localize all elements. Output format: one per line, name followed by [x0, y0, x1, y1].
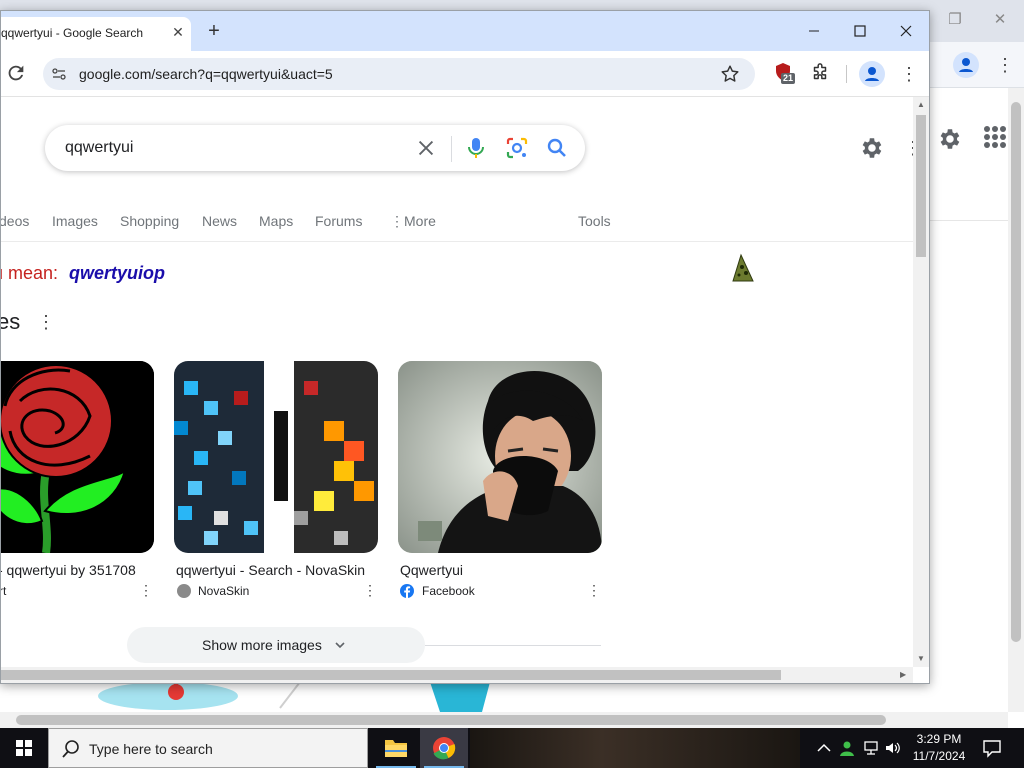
tab-google-search[interactable]: qqwertyui - Google Search ✕ [1, 17, 191, 51]
image-result-menu-icon[interactable]: ⋮ [587, 581, 601, 599]
show-more-label: Show more images [202, 637, 322, 653]
toolbar-separator [846, 65, 847, 83]
show-more-divider [425, 645, 601, 646]
images-section-title: es [1, 309, 21, 334]
reload-icon[interactable] [5, 62, 27, 84]
page-horizontal-scrollbar[interactable]: ▶ [1, 667, 913, 683]
search-magnifier-icon[interactable] [545, 136, 569, 160]
tab-maps[interactable]: Maps [259, 213, 293, 229]
page-vertical-scrollbar[interactable]: ▲ ▼ [913, 97, 929, 667]
background-apps-grid-icon[interactable] [984, 126, 1006, 148]
image-result-title[interactable]: qqwertyui - Search - NovaSkin [176, 562, 365, 578]
tab-images[interactable]: Images [52, 213, 98, 229]
network-icon[interactable] [862, 739, 880, 757]
facebook-icon [400, 584, 414, 598]
more-vertical-dots-icon: ⋮ [390, 213, 404, 229]
clear-search-icon[interactable] [415, 137, 437, 159]
search-icon [61, 739, 81, 759]
tab-title: qqwertyui - Google Search [1, 26, 144, 40]
image-result-person[interactable] [398, 361, 602, 553]
did-you-mean-label: u mean: [1, 263, 59, 283]
image-result-menu-icon[interactable]: ⋮ [363, 581, 377, 599]
background-divider [930, 220, 1008, 221]
tools-button[interactable]: Tools [578, 213, 611, 229]
taskbar-clock[interactable]: 3:29 PM 11/7/2024 [906, 731, 972, 765]
taskbar-wallpaper-strip [470, 728, 800, 768]
search-input[interactable]: qqwertyui [45, 125, 585, 171]
image-result-title[interactable]: Qqwertyui [400, 562, 463, 578]
searchbox-separator [451, 136, 452, 162]
background-restore-button[interactable]: ❐ [941, 8, 969, 32]
background-horizontal-scrollbar[interactable] [0, 712, 1008, 728]
page-menu-icon[interactable]: ⋮ [904, 135, 913, 161]
background-close-button[interactable]: ✕ [986, 8, 1014, 32]
voice-search-mic-icon[interactable] [465, 136, 487, 160]
extension-shield-icon[interactable]: 21 [773, 62, 797, 86]
chrome-window: qqwertyui - Google Search ✕ + google.com… [0, 10, 930, 684]
tray-chevron-up-icon[interactable] [815, 739, 833, 757]
scroll-down-arrow-icon[interactable]: ▼ [917, 655, 925, 663]
tab-news[interactable]: News [202, 213, 237, 229]
tab-more[interactable]: More [404, 213, 436, 229]
search-results-page: qqwertyui ⋮ deos Images Shopping News Ma… [1, 97, 913, 667]
nav-divider [1, 241, 913, 242]
image-result-source[interactable]: Facebook [422, 584, 475, 598]
start-button-windows-icon[interactable] [0, 728, 48, 768]
image-result-title[interactable]: - qqwertyui by 351708 [1, 562, 136, 578]
image-result-novaskin[interactable] [174, 361, 378, 553]
bookmark-star-icon[interactable] [719, 63, 741, 85]
background-menu-icon[interactable]: ⋮ [996, 54, 1014, 76]
scrollbar-thumb[interactable] [1, 670, 781, 680]
notification-center-icon[interactable] [982, 738, 1002, 758]
taskbar-search-placeholder: Type here to search [89, 741, 213, 757]
scroll-up-arrow-icon[interactable]: ▲ [917, 101, 925, 109]
clock-time: 3:29 PM [916, 732, 962, 746]
background-profile-icon[interactable] [953, 52, 979, 78]
scroll-right-arrow-icon[interactable]: ▶ [900, 670, 908, 680]
browser-toolbar: google.com/search?q=qqwertyui&uact=5 21 … [1, 51, 929, 97]
chevron-down-icon [333, 638, 347, 652]
windows-taskbar: Type here to search 3:29 PM 11/7/2024 [0, 728, 1024, 768]
clock-date: 11/7/2024 [912, 749, 966, 763]
background-vertical-scrollbar[interactable] [1008, 88, 1024, 712]
chrome-taskbar-icon[interactable] [420, 728, 468, 768]
search-query-text[interactable]: qqwertyui [65, 139, 133, 157]
image-result-source[interactable]: rt [1, 584, 6, 598]
background-settings-gear-icon[interactable] [936, 126, 962, 152]
extension-badge-count: 21 [781, 73, 796, 84]
tab-strip: qqwertyui - Google Search ✕ + [1, 11, 929, 51]
image-result-rose[interactable] [1, 361, 154, 553]
google-lens-icon[interactable] [505, 136, 529, 160]
scrollbar-thumb[interactable] [916, 115, 926, 257]
minimize-button[interactable] [799, 19, 829, 43]
did-you-mean-link[interactable]: qwertyuiop [69, 263, 165, 284]
background-page-art [0, 682, 930, 712]
tab-close-icon[interactable]: ✕ [169, 23, 187, 41]
extensions-puzzle-icon[interactable] [809, 62, 831, 84]
close-window-button[interactable] [891, 19, 921, 43]
people-tray-icon[interactable] [838, 739, 856, 757]
show-more-images-button[interactable]: Show more images [127, 627, 425, 663]
url-text[interactable]: google.com/search?q=qqwertyui&uact=5 [79, 66, 333, 82]
tab-videos[interactable]: deos [1, 213, 29, 229]
profile-avatar-icon[interactable] [859, 61, 885, 87]
images-section-menu-icon[interactable]: ⋮ [37, 311, 55, 333]
novaskin-favicon-icon [177, 584, 191, 598]
taskbar-search-box[interactable]: Type here to search [48, 728, 368, 768]
tab-forums[interactable]: Forums [315, 213, 362, 229]
chrome-menu-icon[interactable]: ⋮ [900, 63, 918, 85]
volume-icon[interactable] [884, 739, 902, 757]
tab-shopping[interactable]: Shopping [120, 213, 179, 229]
image-result-source[interactable]: NovaSkin [198, 584, 249, 598]
address-bar[interactable]: google.com/search?q=qqwertyui&uact=5 [43, 58, 755, 90]
site-info-icon[interactable] [51, 66, 67, 82]
cursor-sprite-icon [731, 253, 755, 285]
file-explorer-icon[interactable] [372, 728, 420, 768]
image-result-menu-icon[interactable]: ⋮ [139, 581, 153, 599]
maximize-button[interactable] [845, 19, 875, 43]
settings-gear-icon[interactable] [858, 135, 884, 161]
new-tab-button[interactable]: + [203, 21, 225, 43]
